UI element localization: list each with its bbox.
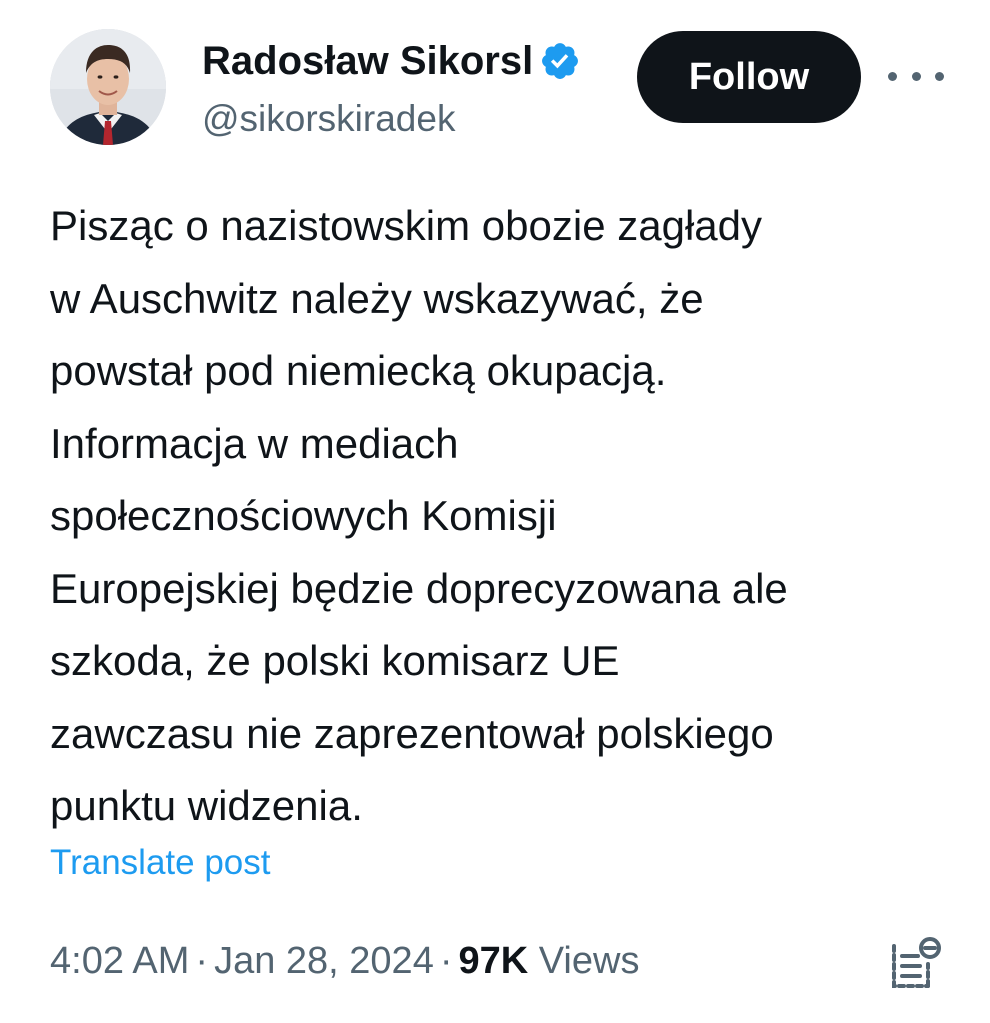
- analytics-icon[interactable]: [884, 934, 944, 994]
- follow-button[interactable]: Follow: [637, 31, 861, 123]
- author-display-name[interactable]: Radosław Sikorsl: [202, 36, 533, 86]
- tweet-time[interactable]: 4:02 AM: [50, 940, 189, 982]
- more-dot: [935, 71, 944, 81]
- views-count: 97K: [458, 940, 529, 982]
- avatar[interactable]: [50, 29, 166, 145]
- meta-separator: ·: [439, 940, 453, 982]
- verified-badge-icon: [542, 43, 579, 79]
- author-name-row: Radosław Sikorsl: [202, 36, 612, 86]
- meta-separator: ·: [195, 940, 209, 982]
- author-handle[interactable]: @sikorskiradek: [202, 96, 455, 142]
- more-options-icon[interactable]: [888, 56, 944, 96]
- tweet-text: Pisząc o nazistowskim obozie zagłady w A…: [50, 202, 788, 829]
- more-dot: [888, 71, 897, 81]
- tweet-date[interactable]: Jan 28, 2024: [214, 940, 434, 982]
- more-dot: [911, 71, 921, 81]
- tweet-meta: 4:02 AM · Jan 28, 2024 · 97K Views: [50, 938, 639, 984]
- views-label: Views: [538, 940, 640, 982]
- translate-post-link[interactable]: Translate post: [50, 843, 270, 883]
